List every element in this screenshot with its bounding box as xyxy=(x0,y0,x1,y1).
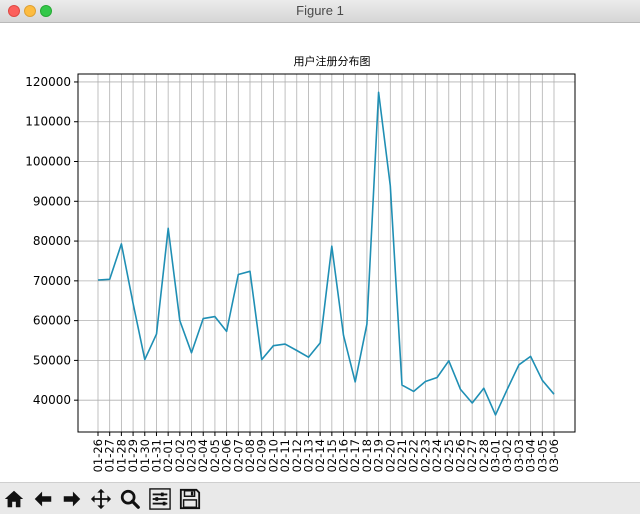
configure-subplots-icon xyxy=(149,488,171,510)
y-tick-label: 100000 xyxy=(25,155,71,169)
navigation-toolbar xyxy=(0,482,640,514)
home-icon xyxy=(3,488,25,510)
zoom-button[interactable] xyxy=(117,486,143,512)
y-tick-label: 90000 xyxy=(33,194,71,208)
line-chart: 用户注册分布图 40000 50000 60000 70000 80000 90000 10… xyxy=(0,22,640,482)
zoom-icon xyxy=(119,488,141,510)
y-tick-label: 40000 xyxy=(33,393,71,407)
y-tick-label: 80000 xyxy=(33,234,71,248)
home-button[interactable] xyxy=(1,486,27,512)
back-button[interactable] xyxy=(30,486,56,512)
x-tick-label: 03-06 xyxy=(547,439,561,472)
plot-area-frame xyxy=(78,74,575,432)
pan-icon xyxy=(90,488,112,510)
y-tick-label: 50000 xyxy=(33,353,71,367)
y-tick-label: 60000 xyxy=(33,314,71,328)
y-tick-label: 70000 xyxy=(33,274,71,288)
series-line xyxy=(98,92,554,415)
save-icon xyxy=(179,488,201,510)
y-tick-label: 110000 xyxy=(25,115,71,129)
y-tick-label: 120000 xyxy=(25,75,71,89)
back-arrow-icon xyxy=(32,488,54,510)
save-button[interactable] xyxy=(177,486,203,512)
pan-button[interactable] xyxy=(88,486,114,512)
window-title: Figure 1 xyxy=(0,3,640,18)
forward-arrow-icon xyxy=(61,488,83,510)
configure-subplots-button[interactable] xyxy=(147,486,173,512)
chart-title: 用户注册分布图 xyxy=(294,54,371,68)
window-titlebar: Figure 1 xyxy=(0,0,640,23)
forward-button[interactable] xyxy=(59,486,85,512)
